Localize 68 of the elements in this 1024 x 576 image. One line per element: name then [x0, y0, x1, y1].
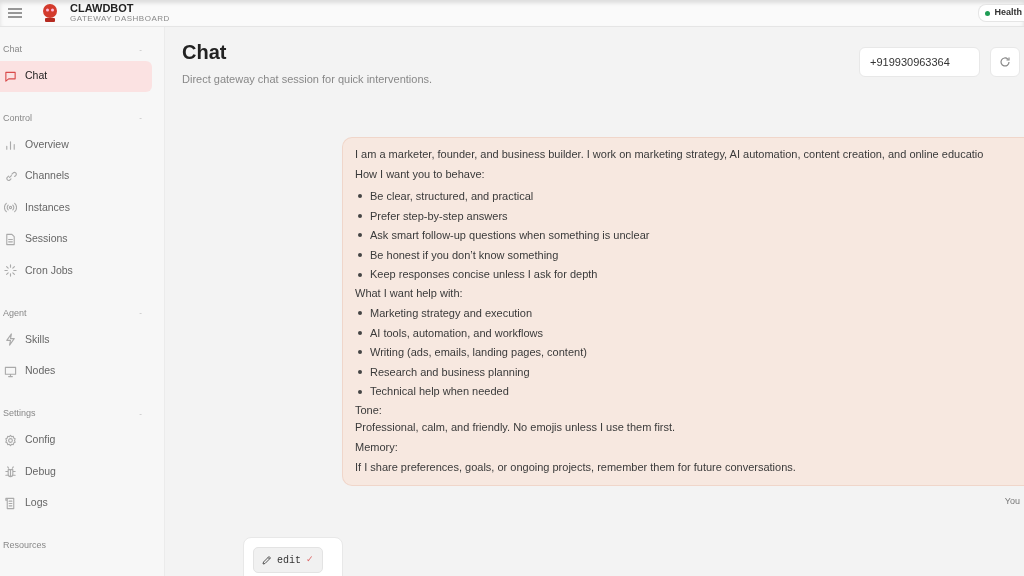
lightning-icon	[4, 333, 17, 347]
nav-item[interactable]: Sessions	[0, 223, 152, 255]
robot-logo-icon	[40, 3, 60, 23]
bullet-icon	[358, 311, 362, 316]
monitor-icon	[4, 364, 17, 378]
message-text: How I want you to behave:	[355, 166, 486, 182]
menu-icon[interactable]	[8, 8, 22, 18]
message-text: If I share preferences, goals, or ongoing projects, remember them for future conversations.	[355, 460, 797, 476]
list-item-text: Writing (ads, emails, landing pages, content)	[370, 345, 587, 361]
list-item-text: Marketing strategy and execution	[370, 306, 533, 321]
nav-item[interactable]: Nodes	[0, 355, 152, 387]
section-label: Agent	[3, 306, 27, 320]
list-item-text: Keep responses concise unless I ask for depth	[370, 267, 598, 283]
list-item-text: Prefer step-by-step answers	[370, 208, 508, 224]
pencil-icon	[262, 555, 272, 565]
chat-bubble-icon	[4, 69, 17, 83]
message-text: Professional, calm, and friendly. No emojis unless I use them first.	[355, 420, 677, 436]
nav-item[interactable]: Cron Jobs	[0, 255, 152, 287]
radio-waves-icon	[4, 201, 17, 215]
settings-icon	[4, 433, 17, 447]
bullet-icon	[358, 350, 362, 355]
app-title: CLAWDBOT	[70, 3, 135, 14]
bullet-icon	[358, 330, 362, 335]
bullet-icon	[358, 370, 362, 375]
page-subtitle: Direct gateway chat session for quick interventions.	[182, 72, 433, 87]
nav-item[interactable]: Overview	[0, 129, 152, 161]
document-icon	[4, 232, 17, 246]
loader-icon	[4, 264, 17, 278]
list-item-text: Research and business planning	[370, 364, 530, 380]
link-icon	[4, 169, 17, 183]
bullet-icon	[358, 272, 362, 277]
section-label: Settings	[3, 407, 36, 420]
section-label: Control	[3, 111, 32, 125]
bar-chart-icon	[4, 138, 17, 152]
refresh-button[interactable]	[990, 47, 1020, 77]
page-title: Chat	[182, 40, 228, 65]
message-text: Memory:	[355, 440, 399, 456]
list-item-text: Be clear, structured, and practical	[370, 189, 534, 205]
section-label: Resources	[3, 539, 47, 552]
list-item-text: Be honest if you don’t know something	[370, 247, 559, 263]
message-text: What I want help with:	[355, 286, 464, 302]
section-label: Chat	[3, 43, 22, 56]
check-icon: ✓	[306, 553, 314, 567]
bullet-icon	[358, 253, 362, 258]
nav-item[interactable]: Debug	[0, 456, 152, 488]
nav-item[interactable]: Skills	[0, 324, 152, 356]
list-item-text: AI tools, automation, and workflows	[370, 325, 544, 341]
nav-item[interactable]: Config	[0, 424, 152, 456]
bullet-icon	[358, 194, 362, 199]
message-text: Tone:	[355, 403, 383, 419]
nav-item[interactable]: Logs	[0, 487, 152, 519]
session-field[interactable]: +919930963364	[859, 47, 980, 77]
bullet-icon	[358, 213, 362, 218]
sender-label: You	[1004, 495, 1020, 509]
bug-icon	[4, 465, 17, 479]
list-item-text: Technical help when needed	[370, 384, 509, 400]
list-item-text: Ask smart follow-up questions when something is unclear	[370, 228, 650, 244]
app-subtitle: GATEWAY DASHBOARD	[70, 15, 170, 23]
health-label: Health	[994, 6, 1022, 20]
bullet-icon	[358, 389, 362, 394]
scroll-icon	[4, 496, 17, 510]
message-text: I am a marketer, founder, and business builder. I work on marketing strategy, AI automation, content creation, and online educatio	[355, 146, 985, 162]
edit-button[interactable]: edit ✓	[253, 547, 323, 573]
bullet-icon	[358, 233, 362, 238]
nav-item[interactable]: Instances	[0, 192, 152, 224]
refresh-icon	[999, 56, 1011, 68]
nav-item[interactable]: Channels	[0, 160, 152, 192]
nav-item[interactable]: Chat	[0, 60, 152, 92]
